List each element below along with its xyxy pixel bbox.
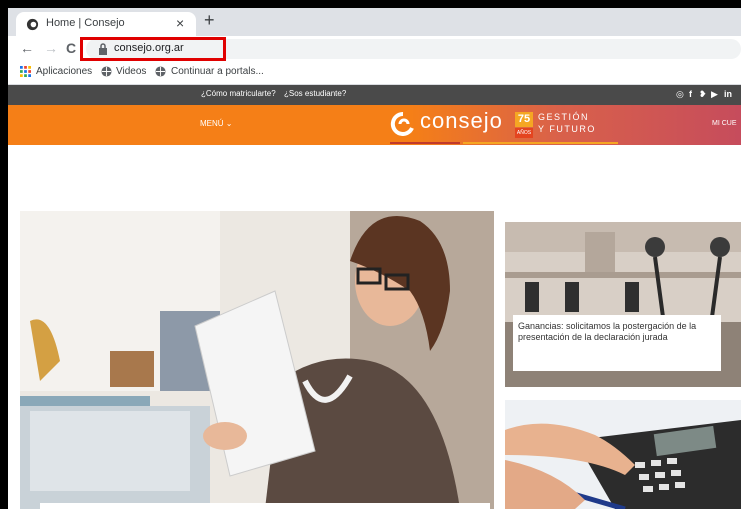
estudiante-link[interactable]: ¿Sos estudiante? [284, 89, 346, 98]
back-button[interactable]: ← [20, 40, 34, 56]
url-highlight-box [80, 37, 226, 61]
hero-news-image[interactable] [20, 211, 494, 509]
slogan: GESTIÓN Y FUTURO [538, 111, 596, 135]
new-tab-button[interactable]: + [204, 10, 215, 31]
slogan-line-2: Y FUTURO [538, 124, 596, 134]
apps-grid-icon[interactable] [20, 66, 31, 77]
reload-button[interactable]: C [66, 40, 76, 56]
consejo-logo-icon[interactable] [390, 112, 416, 136]
tab-title: Home | Consejo [46, 17, 125, 29]
bookmark-videos[interactable]: Videos [116, 66, 146, 77]
news-card[interactable]: Ganancias: solicitamos la postergación d… [505, 222, 741, 387]
consejo-logo-text[interactable]: consejo [420, 108, 503, 134]
news-card-caption[interactable]: Ganancias: solicitamos la postergación d… [513, 315, 721, 371]
globe-icon [155, 66, 166, 77]
header-accent-orange [463, 142, 618, 144]
bookmark-aplicaciones[interactable]: Aplicaciones [36, 66, 92, 77]
linkedin-icon[interactable]: in [724, 89, 732, 99]
bookmark-portals[interactable]: Continuar a portals... [171, 66, 264, 77]
menu-button[interactable]: MENÚ ⌄ [200, 119, 232, 128]
account-link[interactable]: MI CUE [712, 120, 737, 127]
news-card-calculator[interactable] [505, 400, 741, 509]
forward-button[interactable]: → [44, 40, 58, 56]
matricularte-link[interactable]: ¿Cómo matricularte? [201, 89, 276, 98]
hero-illustration [20, 211, 494, 509]
site-header: MENÚ ⌄ consejo 75 AÑOS GESTIÓN Y FUTURO … [8, 105, 741, 145]
calculator-image [505, 400, 741, 509]
bookmarks-bar: Aplicaciones Videos Continuar a portals.… [8, 62, 741, 85]
consejo-favicon-icon [26, 18, 39, 31]
browser-window: Home | Consejo × + ← → C consejo.org.ar … [8, 8, 741, 509]
browser-tab[interactable]: Home | Consejo × [16, 12, 196, 36]
anniversary-badge: 75 [515, 112, 533, 127]
youtube-icon[interactable]: ▶ [711, 89, 718, 100]
twitter-icon[interactable]: ❥ [699, 89, 707, 100]
facebook-icon[interactable]: f [689, 89, 692, 99]
site-topbar: ¿Cómo matricularte? ¿Sos estudiante? ◎ f… [8, 85, 741, 105]
tab-strip: Home | Consejo × + [8, 8, 741, 36]
instagram-icon[interactable]: ◎ [676, 89, 684, 100]
anniversary-badge-label: AÑOS [515, 128, 533, 138]
slogan-line-1: GESTIÓN [538, 112, 590, 122]
header-accent-red [390, 142, 460, 144]
tab-close-icon[interactable]: × [176, 15, 184, 31]
globe-icon [101, 66, 112, 77]
